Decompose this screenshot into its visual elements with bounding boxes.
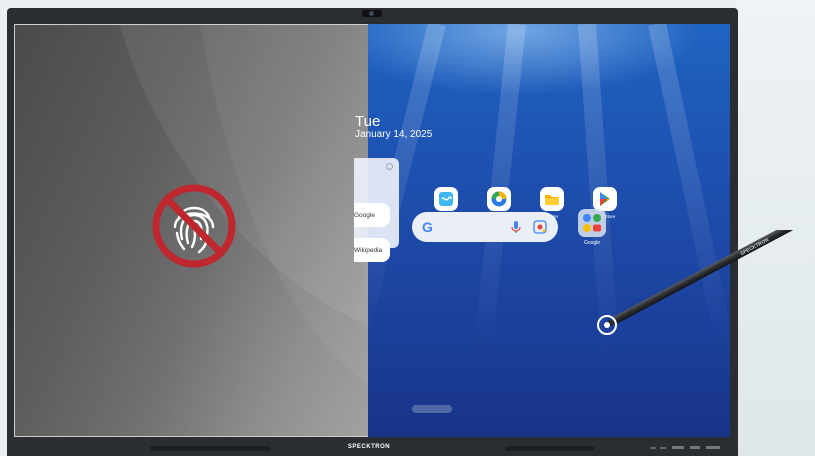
date-day: Tue [355, 113, 381, 130]
folder-icon [540, 187, 564, 211]
speaker-grille-right [505, 446, 595, 451]
play-store-icon [593, 187, 617, 211]
lens-icon[interactable] [532, 219, 548, 235]
port-indicators [650, 446, 720, 449]
widget-item-label: Google [354, 211, 375, 219]
widget-item-wikipedia[interactable]: Wikipedia [354, 238, 390, 262]
navigation-handle[interactable] [412, 405, 452, 413]
search-widget[interactable]: Google Wikipedia [354, 158, 399, 262]
google-logo: G [422, 219, 433, 235]
browser-icon [487, 187, 511, 211]
note-icon [434, 187, 458, 211]
date-full: January 14, 2025 [355, 129, 433, 140]
brand-logo: SPECKTRON [347, 444, 391, 450]
widget-item-label: Wikipedia [354, 246, 383, 254]
widget-item-google[interactable]: Google [354, 203, 390, 227]
touch-point [604, 322, 610, 328]
google-search-bar[interactable]: G [412, 212, 558, 242]
mic-icon[interactable] [508, 219, 524, 235]
no-fingerprint-icon [152, 184, 236, 268]
left-split-pane [14, 24, 370, 437]
widget-settings-icon[interactable] [386, 163, 393, 170]
speaker-grille-left [150, 446, 270, 451]
pen-brand-text: SPECKTRON [740, 237, 771, 257]
webcam [362, 10, 382, 17]
background [736, 0, 815, 456]
stylus-pen: SPECKTRON [597, 230, 815, 335]
